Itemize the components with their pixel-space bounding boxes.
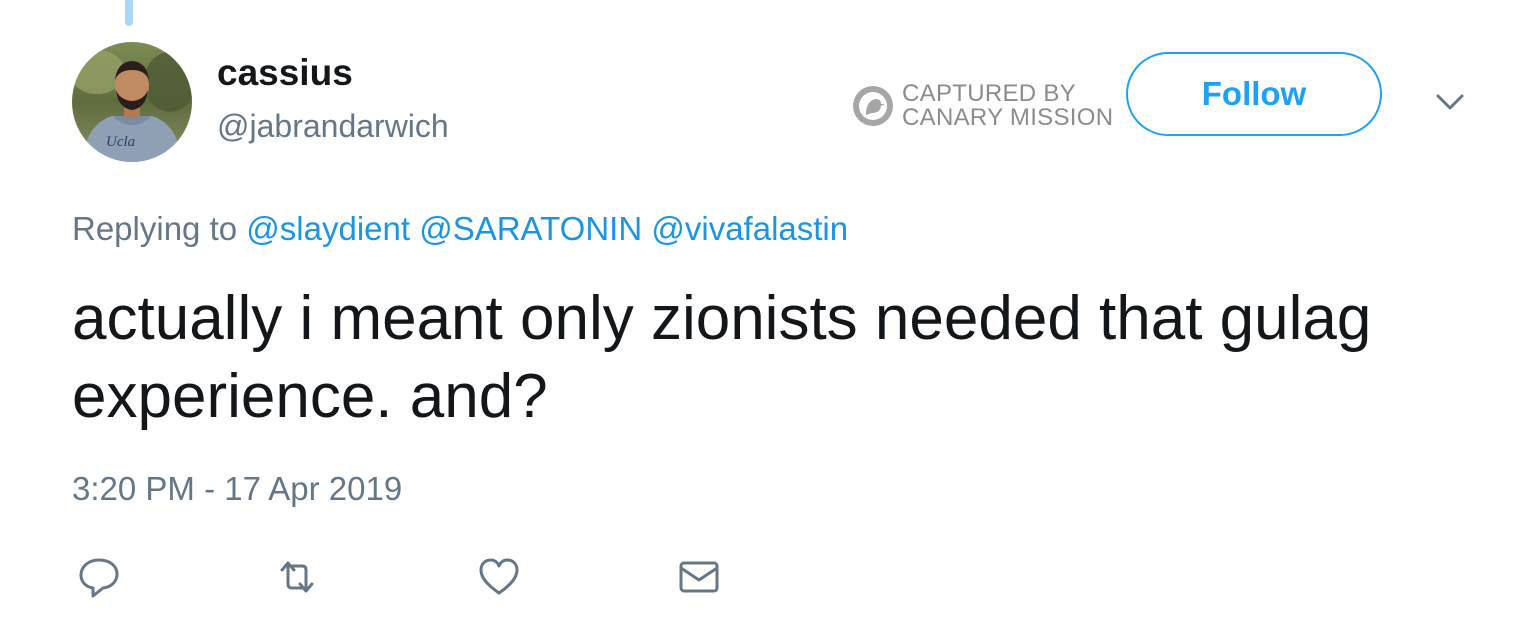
- svg-text:Ucla: Ucla: [106, 134, 135, 150]
- canary-mission-watermark: CAPTURED BY CANARY MISSION: [852, 82, 1113, 130]
- tweet-page: Ucla cassius @jabrandarwich CAPTURED BY …: [0, 0, 1540, 641]
- avatar[interactable]: Ucla: [72, 42, 192, 162]
- envelope-icon[interactable]: [672, 550, 726, 604]
- tweet-timestamp[interactable]: 3:20 PM - 17 Apr 2019: [72, 470, 402, 508]
- replying-to-line: Replying to @slaydient @SARATONIN @vivaf…: [72, 210, 848, 248]
- heart-icon[interactable]: [472, 550, 526, 604]
- reply-icon[interactable]: [72, 550, 126, 604]
- chevron-down-icon[interactable]: [1430, 82, 1470, 122]
- user-avatar-photo: Ucla: [72, 42, 192, 162]
- watermark-text: CAPTURED BY CANARY MISSION: [902, 82, 1113, 130]
- retweet-icon[interactable]: [270, 550, 324, 604]
- mention-link[interactable]: @slaydient: [246, 210, 410, 247]
- replying-to-label: Replying to: [72, 210, 238, 247]
- mention-link[interactable]: @vivafalastin: [651, 210, 848, 247]
- user-handle[interactable]: @jabrandarwich: [217, 108, 449, 145]
- mention-link[interactable]: @SARATONIN: [419, 210, 642, 247]
- tweet-text: actually i meant only zionists needed th…: [72, 284, 1372, 431]
- watermark-line-2: CANARY MISSION: [902, 104, 1114, 131]
- display-name[interactable]: cassius: [217, 52, 353, 94]
- conversation-thread-line: [125, 0, 133, 26]
- watermark-line-1: CAPTURED BY: [902, 80, 1076, 107]
- follow-button[interactable]: Follow: [1126, 52, 1382, 136]
- canary-bird-logo-icon: [853, 86, 893, 126]
